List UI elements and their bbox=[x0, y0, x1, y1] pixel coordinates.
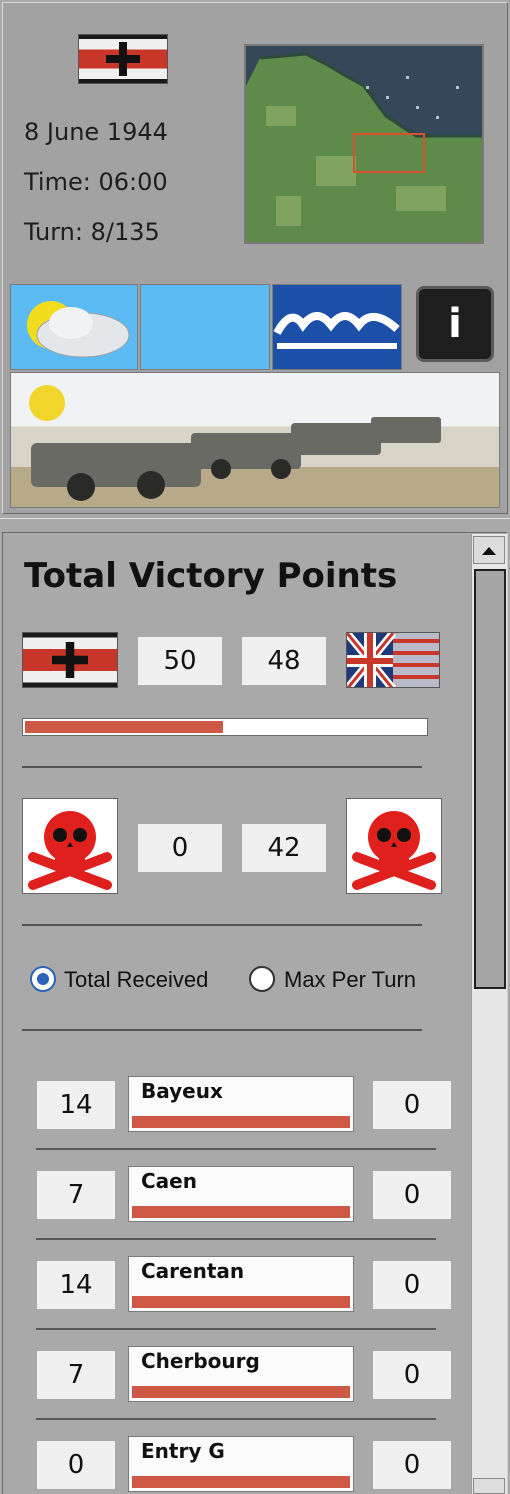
objective-row[interactable]: 7 Caen 0 bbox=[0, 1166, 470, 1246]
allied-flag-icon bbox=[346, 632, 440, 688]
axis-losses: 0 bbox=[138, 824, 222, 872]
objective-allied-value: 0 bbox=[373, 1441, 451, 1489]
unit-photo bbox=[10, 372, 500, 508]
objective-name: Caen bbox=[128, 1166, 354, 1222]
panel-divider bbox=[0, 518, 510, 532]
scroll-down-button[interactable] bbox=[473, 1478, 505, 1494]
allied-victory-points: 48 bbox=[242, 637, 326, 685]
scrollbar-thumb[interactable] bbox=[474, 569, 506, 989]
objective-allied-value: 0 bbox=[373, 1261, 451, 1309]
minimap[interactable] bbox=[244, 44, 484, 244]
objective-axis-value: 0 bbox=[37, 1441, 115, 1489]
objective-row[interactable]: 14 Bayeux 0 bbox=[0, 1076, 470, 1156]
objective-row[interactable]: 7 Cherbourg 0 bbox=[0, 1346, 470, 1426]
panel-title: Total Victory Points bbox=[24, 556, 398, 596]
objective-name: Bayeux bbox=[128, 1076, 354, 1132]
objective-name: Carentan bbox=[128, 1256, 354, 1312]
germany-flag-icon bbox=[78, 34, 168, 84]
divider bbox=[36, 1418, 436, 1420]
axis-victory-points: 50 bbox=[138, 637, 222, 685]
radio-label: Max Per Turn bbox=[284, 967, 417, 992]
vp-balance-bar bbox=[22, 718, 428, 736]
info-button[interactable]: i bbox=[416, 286, 494, 362]
radio-label: Total Received bbox=[64, 967, 209, 992]
objective-axis-value: 7 bbox=[37, 1171, 115, 1219]
clear-sky-icon bbox=[140, 284, 270, 370]
scroll-up-button[interactable] bbox=[473, 536, 505, 564]
skull-icon bbox=[22, 798, 118, 894]
divider bbox=[22, 1029, 422, 1031]
objective-axis-value: 7 bbox=[37, 1351, 115, 1399]
objective-name: Cherbourg bbox=[128, 1346, 354, 1402]
objective-axis-value: 14 bbox=[37, 1261, 115, 1309]
skull-icon bbox=[346, 798, 442, 894]
germany-flag-icon bbox=[22, 632, 118, 688]
objective-row[interactable]: 14 Carentan 0 bbox=[0, 1256, 470, 1336]
divider bbox=[36, 1148, 436, 1150]
objective-axis-value: 14 bbox=[37, 1081, 115, 1129]
divider bbox=[22, 924, 422, 926]
objective-allied-value: 0 bbox=[373, 1171, 451, 1219]
radio-selected-icon[interactable] bbox=[30, 966, 56, 992]
radio-unselected-icon[interactable] bbox=[249, 966, 275, 992]
partly-cloudy-icon bbox=[10, 284, 138, 370]
objective-allied-value: 0 bbox=[373, 1351, 451, 1399]
current-date: 8 June 1944 bbox=[24, 118, 168, 146]
divider bbox=[22, 766, 422, 768]
objective-allied-value: 0 bbox=[373, 1081, 451, 1129]
sea-waves-icon bbox=[272, 284, 402, 370]
turn-counter: Turn: 8/135 bbox=[24, 218, 160, 246]
current-time: Time: 06:00 bbox=[24, 168, 168, 196]
divider bbox=[36, 1238, 436, 1240]
allied-losses: 42 bbox=[242, 824, 326, 872]
objective-row[interactable]: 0 Entry G 0 bbox=[0, 1436, 470, 1494]
vp-balance-fill bbox=[25, 721, 223, 733]
objective-name: Entry G bbox=[128, 1436, 354, 1492]
divider bbox=[36, 1328, 436, 1330]
